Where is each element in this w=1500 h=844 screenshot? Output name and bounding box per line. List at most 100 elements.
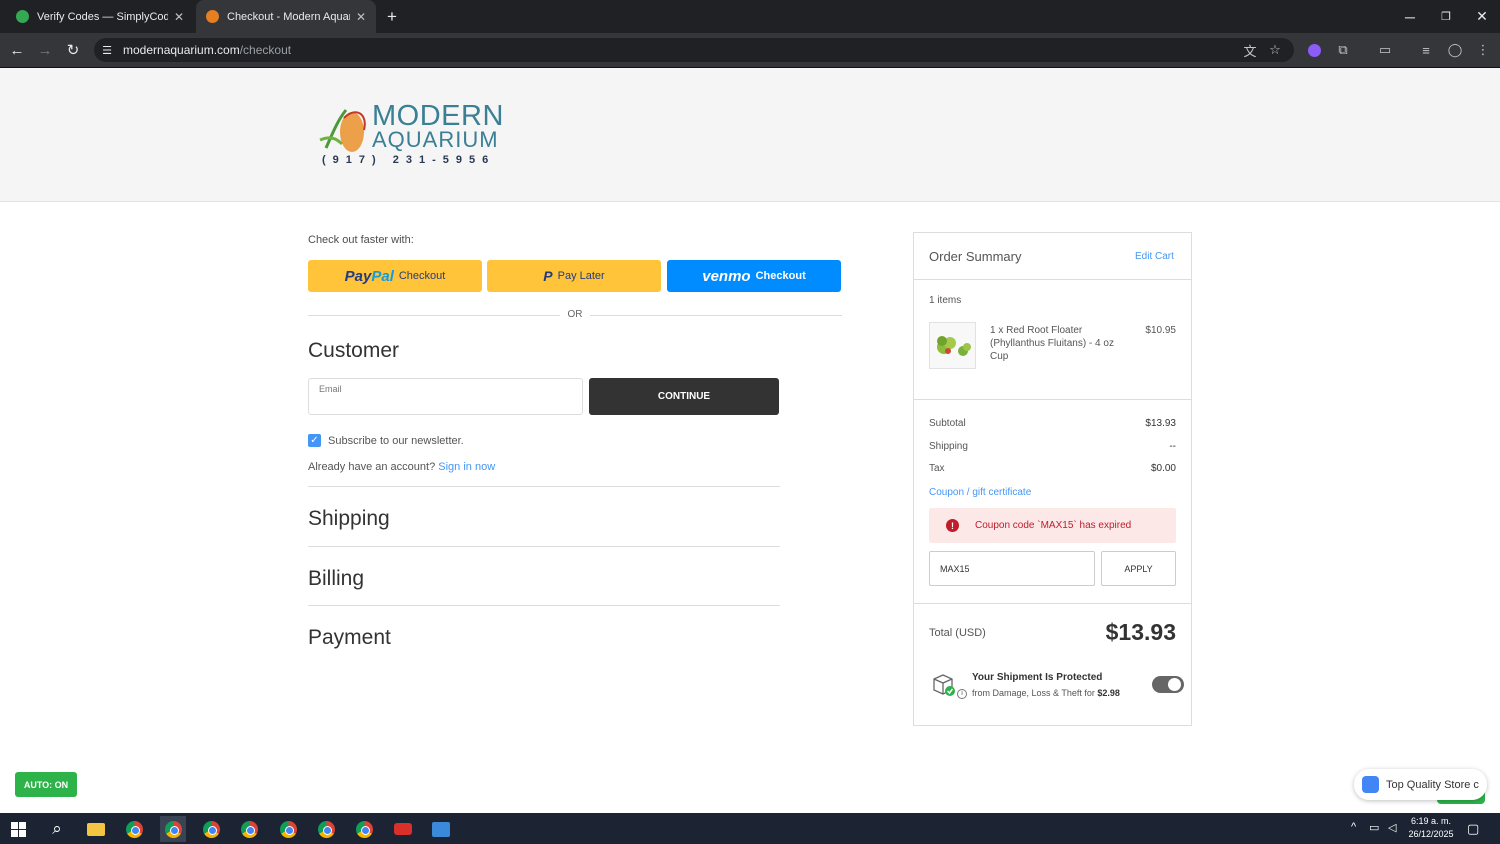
shipment-protection-icon (933, 674, 955, 696)
shipping-section-title[interactable]: Shipping (308, 507, 390, 531)
sign-in-link[interactable]: Sign in now (438, 461, 495, 473)
volume-icon[interactable]: ◁ (1388, 821, 1396, 834)
close-icon[interactable]: ✕ (356, 10, 366, 24)
toggle-knob (1168, 678, 1181, 691)
translate-icon[interactable]: 文 (1240, 40, 1260, 60)
modern-aquarium-favicon (206, 10, 219, 23)
paypal-paylater-button[interactable]: P Pay Later (487, 260, 661, 292)
summary-divider (914, 279, 1191, 280)
reload-icon[interactable]: ↻ (62, 40, 84, 60)
restore-icon[interactable]: ❐ (1428, 0, 1464, 33)
coupon-toggle-link[interactable]: Coupon / gift certificate (929, 487, 1031, 498)
paypal-checkout-button[interactable]: PayPal Checkout (308, 260, 482, 292)
newsletter-label: Subscribe to our newsletter. (328, 435, 464, 447)
store-badge-icon (1362, 776, 1379, 793)
summary-divider (914, 603, 1191, 604)
subtotal-label: Subtotal (929, 418, 966, 429)
back-icon[interactable]: ← (6, 40, 28, 60)
protection-subtitle: from Damage, Loss & Theft for $2.98 (972, 688, 1120, 698)
store-popup[interactable]: Top Quality Store c (1354, 769, 1487, 800)
edit-cart-link[interactable]: Edit Cart (1135, 251, 1174, 262)
order-summary-title: Order Summary (929, 249, 1022, 264)
minimize-icon[interactable]: ─ (1392, 0, 1428, 33)
coupon-error-text: Coupon code `MAX15` has expired (975, 520, 1132, 531)
venmo-checkout-button[interactable]: venmo Checkout (667, 260, 841, 292)
extensions-puzzle-icon[interactable]: ⧉ (1333, 40, 1353, 60)
windows-start-icon[interactable] (5, 816, 31, 842)
profile-icon[interactable]: ◯ (1445, 40, 1465, 60)
order-summary-panel (913, 232, 1192, 726)
url-text[interactable]: modernaquarium.com/checkout (123, 43, 291, 57)
store-header (0, 68, 1500, 202)
control-panel-icon[interactable] (428, 816, 454, 842)
summary-divider (914, 399, 1191, 400)
cart-item-name: 1 x Red Root Floater (Phyllanthus Fluita… (990, 325, 1114, 362)
or-label: OR (567, 309, 583, 320)
chrome-icon[interactable] (160, 816, 186, 842)
or-divider-left (308, 315, 560, 316)
product-thumbnail (929, 322, 976, 369)
chrome-icon[interactable] (121, 816, 147, 842)
continue-button[interactable]: CONTINUE (589, 378, 779, 415)
apply-coupon-button[interactable]: APPLY (1101, 551, 1176, 586)
chrome-icon[interactable] (313, 816, 339, 842)
tab-simplycodes[interactable]: Verify Codes — SimplyCodes ✕ (6, 0, 194, 33)
auto-on-badge[interactable]: AUTO: ON (15, 772, 77, 797)
logo-phone: (917) 231-5956 (322, 154, 496, 166)
windows-taskbar (0, 813, 1500, 844)
total-value: $13.93 (1105, 619, 1176, 645)
taskbar-clock[interactable]: 6:19 a. m. 26/12/2025 (1405, 815, 1457, 841)
close-window-icon[interactable]: ✕ (1464, 0, 1500, 33)
close-icon[interactable]: ✕ (174, 10, 184, 24)
coupon-input[interactable]: MAX15 (929, 551, 1095, 586)
site-info-icon[interactable]: ☰ (96, 40, 118, 60)
paypal-p-icon: P (543, 268, 553, 284)
chrome-icon[interactable] (236, 816, 262, 842)
or-divider-right (590, 315, 842, 316)
chrome-icon[interactable] (351, 816, 377, 842)
fast-checkout-label: Check out faster with: (308, 234, 414, 246)
new-tab-button[interactable]: + (380, 0, 404, 33)
floating-plant-image (937, 336, 971, 356)
section-divider (308, 605, 780, 606)
media-icon[interactable]: ▭ (1375, 40, 1395, 60)
tax-value: $0.00 (1150, 463, 1176, 474)
notifications-icon[interactable]: ▢ (1467, 821, 1479, 837)
tray-chevron-icon[interactable]: ^ (1351, 821, 1356, 833)
red-app-icon[interactable] (390, 816, 416, 842)
email-field[interactable] (308, 378, 583, 415)
file-explorer-icon[interactable] (83, 816, 109, 842)
menu-dots-icon[interactable]: ⋮ (1473, 40, 1493, 60)
extension-purple-icon[interactable] (1304, 40, 1324, 60)
logo-text-line2: AQUARIUM (372, 127, 499, 152)
customer-section-title: Customer (308, 339, 400, 362)
network-icon[interactable]: ▭ (1369, 821, 1379, 834)
subtotal-value: $13.93 (1145, 418, 1176, 429)
cart-item-price: $10.95 (1145, 325, 1176, 336)
account-prompt: Already have an account? Sign in now (308, 461, 496, 473)
bookmark-star-icon[interactable]: ☆ (1265, 40, 1285, 60)
chrome-icon[interactable] (198, 816, 224, 842)
section-divider (308, 546, 780, 547)
paypal-logo: PayPal (344, 267, 394, 285)
protection-title: Your Shipment Is Protected (972, 672, 1103, 683)
payment-section-title[interactable]: Payment (308, 626, 391, 650)
forward-icon[interactable]: → (34, 40, 56, 60)
billing-section-title[interactable]: Billing (308, 567, 364, 591)
section-divider (308, 486, 780, 487)
venmo-logo: venmo (702, 267, 751, 285)
shipping-label: Shipping (929, 441, 968, 452)
info-icon[interactable]: i (957, 689, 967, 699)
tab-modern-aquarium[interactable]: Checkout - Modern Aquarium ✕ (196, 0, 376, 33)
error-alert-icon: ! (946, 519, 959, 532)
items-count: 1 items (929, 295, 962, 306)
search-icon[interactable]: ⌕ (44, 816, 70, 842)
tax-label: Tax (929, 463, 945, 474)
shipping-value: -- (1169, 441, 1176, 452)
newsletter-checkbox[interactable]: ✓ (308, 434, 321, 447)
email-label: Email (319, 384, 342, 394)
playlist-icon[interactable]: ≡ (1416, 40, 1436, 60)
simplycodes-icon (16, 10, 29, 23)
total-label: Total (USD) (929, 627, 986, 639)
chrome-icon[interactable] (275, 816, 301, 842)
